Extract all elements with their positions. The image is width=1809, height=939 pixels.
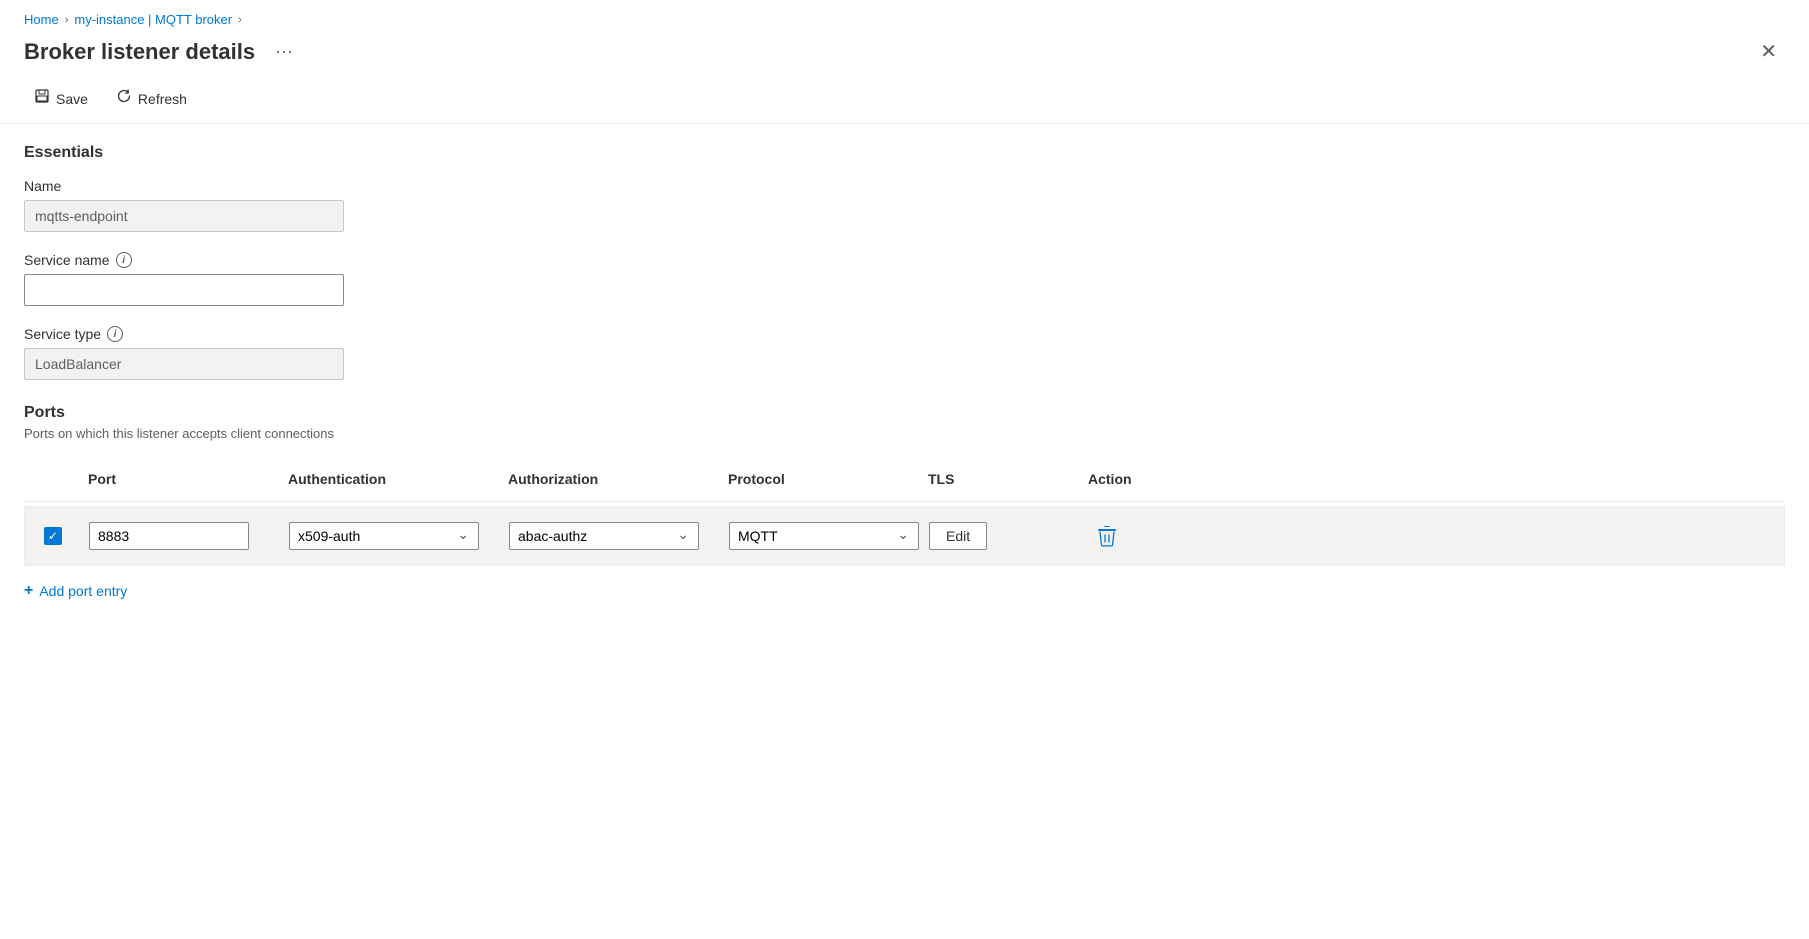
close-button[interactable]: ✕ (1752, 38, 1785, 66)
breadcrumb-chevron-1: › (65, 14, 69, 26)
tls-cell: Edit (921, 516, 1081, 556)
authorization-cell: abac-authz none (501, 516, 721, 556)
row-checkbox[interactable]: ✓ (44, 527, 62, 545)
ports-section-subtitle: Ports on which this listener accepts cli… (24, 426, 1785, 441)
service-type-label: Service type i (24, 326, 1785, 342)
essentials-section-title: Essentials (24, 144, 1785, 162)
save-icon (34, 88, 50, 109)
page-title: Broker listener details (24, 39, 255, 65)
name-value: mqtts-endpoint (24, 200, 344, 232)
add-port-button[interactable]: + Add port entry (24, 574, 127, 608)
panel-header: Broker listener details ··· ✕ (0, 33, 1809, 74)
name-label: Name (24, 178, 1785, 194)
ports-section: Ports Ports on which this listener accep… (24, 404, 1785, 608)
row-checkbox-cell: ✓ (25, 521, 81, 551)
breadcrumb-instance[interactable]: my-instance | MQTT broker (74, 12, 232, 27)
delete-icon (1097, 525, 1117, 547)
column-header-protocol: Protocol (720, 465, 920, 493)
ports-table-header: Port Authentication Authorization Protoc… (24, 457, 1785, 502)
breadcrumb-chevron-2: › (238, 14, 242, 26)
port-input-cell (81, 516, 281, 556)
delete-row-button[interactable] (1089, 521, 1125, 551)
action-cell (1081, 515, 1201, 557)
add-port-label: Add port entry (39, 583, 127, 599)
refresh-icon (116, 88, 132, 109)
protocol-select-wrapper: MQTT MQTTS (729, 522, 919, 550)
column-header-port: Port (80, 465, 280, 493)
column-header-checkbox (24, 465, 80, 493)
service-name-input[interactable] (24, 274, 344, 306)
service-name-info-icon[interactable]: i (116, 252, 132, 268)
save-button[interactable]: Save (24, 82, 98, 115)
content-area: Essentials Name mqtts-endpoint Service n… (0, 128, 1809, 624)
column-header-authentication: Authentication (280, 465, 500, 493)
protocol-cell: MQTT MQTTS (721, 516, 921, 556)
authentication-select[interactable]: x509-auth none (289, 522, 479, 550)
save-label: Save (56, 91, 88, 107)
ports-section-title: Ports (24, 404, 1785, 422)
service-type-info-icon[interactable]: i (107, 326, 123, 342)
refresh-label: Refresh (138, 91, 187, 107)
port-input[interactable] (89, 522, 249, 550)
authentication-select-wrapper: x509-auth none (289, 522, 479, 550)
authorization-select-wrapper: abac-authz none (509, 522, 699, 550)
tls-edit-button[interactable]: Edit (929, 522, 987, 550)
checkmark-icon: ✓ (48, 530, 58, 542)
service-name-field-group: Service name i (24, 252, 1785, 306)
service-name-label: Service name i (24, 252, 1785, 268)
protocol-select[interactable]: MQTT MQTTS (729, 522, 919, 550)
refresh-button[interactable]: Refresh (106, 82, 197, 115)
service-type-value: LoadBalancer (24, 348, 344, 380)
column-header-tls: TLS (920, 465, 1080, 493)
panel-title-group: Broker listener details ··· (24, 37, 301, 66)
authorization-select[interactable]: abac-authz none (509, 522, 699, 550)
ellipsis-menu-button[interactable]: ··· (267, 37, 301, 66)
breadcrumb-home[interactable]: Home (24, 12, 59, 27)
authentication-cell: x509-auth none (281, 516, 501, 556)
column-header-authorization: Authorization (500, 465, 720, 493)
table-row: ✓ x509-auth none (24, 506, 1785, 566)
toolbar: Save Refresh (0, 74, 1809, 124)
service-type-field-group: Service type i LoadBalancer (24, 326, 1785, 380)
breadcrumb: Home › my-instance | MQTT broker › (0, 0, 1809, 33)
column-header-action: Action (1080, 465, 1200, 493)
name-field-group: Name mqtts-endpoint (24, 178, 1785, 232)
add-port-plus-icon: + (24, 582, 33, 600)
